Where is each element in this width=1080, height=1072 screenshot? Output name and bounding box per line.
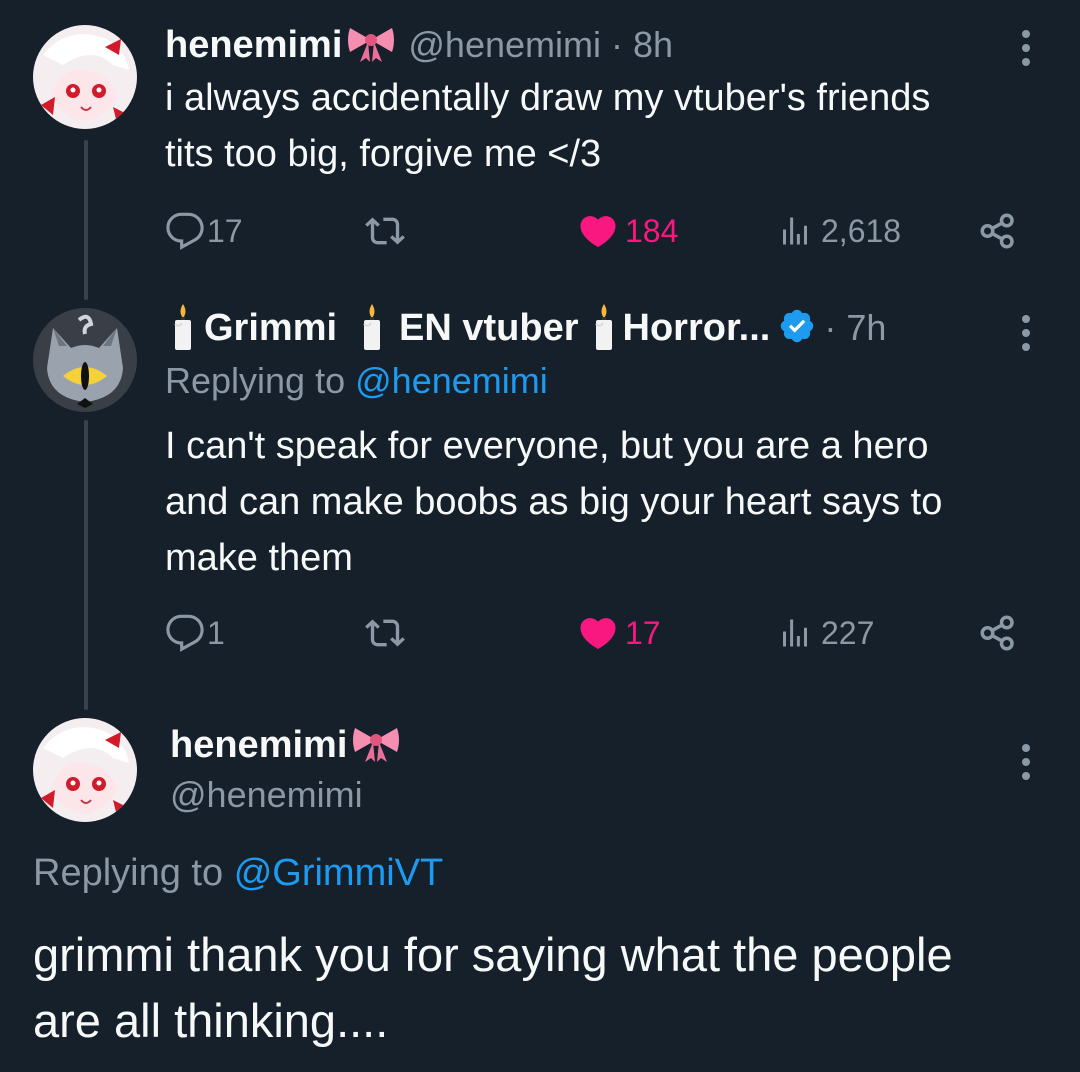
bow-emoji <box>351 722 401 769</box>
tweet2-text: I can't speak for everyone, but you are … <box>165 418 1065 586</box>
share-icon <box>980 213 1014 249</box>
avatar-henemimi[interactable] <box>33 25 137 129</box>
views-icon <box>783 217 807 245</box>
thread-line-2 <box>84 420 88 710</box>
tweet3-header: henemimi <box>170 722 401 768</box>
tweet3-text-line1: grimmi thank you for saying what the peo… <box>33 928 953 981</box>
candle-emoji <box>170 302 196 355</box>
share-icon <box>980 615 1014 651</box>
tweet2-name-part1[interactable]: Grimmi <box>204 307 337 350</box>
tweet1-retweet-button[interactable] <box>365 206 405 256</box>
tweet1-reply-button[interactable]: 17 <box>165 206 243 256</box>
tweet2-text-line2: and can make boobs as big your heart say… <box>165 481 943 523</box>
tweet1-header: henemimi @henemimi · 8h <box>165 22 673 68</box>
tweet2-like-count: 17 <box>625 614 661 651</box>
tweet2-actions: 1 17 227 <box>165 608 1035 658</box>
tweet2-replying-handle[interactable]: @henemimi <box>355 360 548 401</box>
tweet2-time[interactable]: · 7h <box>824 307 886 349</box>
tweet1-handle[interactable]: @henemimi <box>408 24 601 66</box>
tweet3-replying-prefix: Replying to <box>33 852 224 894</box>
tweet2-text-line3: make them <box>165 537 353 579</box>
tweet3-replying-to: Replying to @GrimmiVT <box>33 852 443 895</box>
tweet1-actions: 17 184 2,618 <box>165 206 1035 256</box>
retweet-icon <box>365 619 405 647</box>
tweet3-handle[interactable]: @henemimi <box>170 774 363 816</box>
tweet2-share-button[interactable] <box>977 608 1019 658</box>
tweet2-header: Grimmi EN vtuber Horror... · 7h <box>170 303 886 353</box>
tweet1-text-line2: tits too big, forgive me </3 <box>165 133 602 175</box>
tweet2-like-button[interactable]: 17 <box>577 608 661 658</box>
tweet2-retweet-button[interactable] <box>365 608 405 658</box>
tweet2-text-line1: I can't speak for everyone, but you are … <box>165 425 929 467</box>
heart-icon <box>580 618 616 650</box>
bow-emoji <box>346 22 396 69</box>
tweet3-text-line2: are all thinking.... <box>33 994 389 1047</box>
verified-badge-icon <box>778 307 816 350</box>
tweet1-views-button[interactable]: 2,618 <box>777 206 901 256</box>
retweet-icon <box>365 217 405 245</box>
tweet3-text: grimmi thank you for saying what the peo… <box>33 922 1063 1054</box>
tweet1-text-line1: i always accidentally draw my vtuber's f… <box>165 77 931 119</box>
tweet2-name-part2[interactable]: EN vtuber <box>399 307 578 350</box>
tweet1-reply-count: 17 <box>207 212 243 249</box>
tweet1-more-icon[interactable] <box>1020 30 1032 72</box>
tweet3-more-icon[interactable] <box>1020 744 1032 786</box>
tweet1-display-name[interactable]: henemimi <box>165 24 342 67</box>
candle-emoji <box>591 302 617 355</box>
tweet1-view-count: 2,618 <box>821 212 902 249</box>
tweet1-like-button[interactable]: 184 <box>577 206 678 256</box>
tweet2-name-part3[interactable]: Horror... <box>623 307 771 350</box>
tweet2-reply-count: 1 <box>207 614 225 651</box>
tweet1-time[interactable]: · 8h <box>611 24 673 66</box>
heart-icon <box>580 216 616 248</box>
reply-icon <box>166 212 204 250</box>
tweet2-view-count: 227 <box>821 614 875 651</box>
candle-emoji <box>359 302 385 355</box>
avatar-henemimi[interactable] <box>33 718 137 822</box>
tweet2-replying-prefix: Replying to <box>165 360 346 401</box>
tweet2-more-icon[interactable] <box>1020 315 1032 357</box>
reply-icon <box>166 614 204 652</box>
avatar-grimmi[interactable] <box>33 308 137 412</box>
thread-line-1 <box>84 140 88 300</box>
tweet3-replying-handle[interactable]: @GrimmiVT <box>234 852 444 894</box>
views-icon <box>783 619 807 647</box>
tweet2-views-button[interactable]: 227 <box>777 608 874 658</box>
tweet2-reply-button[interactable]: 1 <box>165 608 225 658</box>
tweet1-like-count: 184 <box>625 212 679 249</box>
tweet3-display-name[interactable]: henemimi <box>170 724 347 767</box>
tweet2-replying-to: Replying to @henemimi <box>165 360 548 402</box>
tweet1-text: i always accidentally draw my vtuber's f… <box>165 70 1065 182</box>
tweet1-share-button[interactable] <box>977 206 1019 256</box>
